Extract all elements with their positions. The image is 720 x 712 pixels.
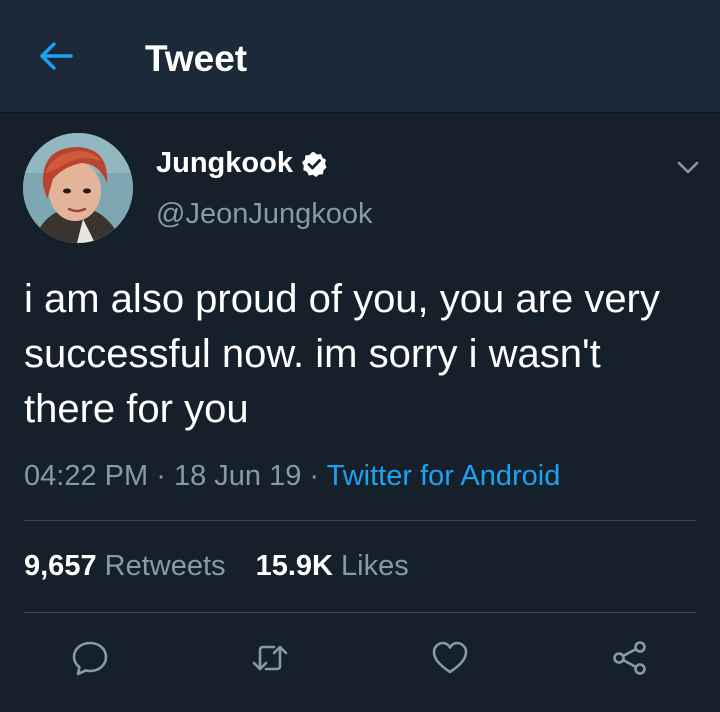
meta-separator: · (309, 460, 320, 492)
tweet-menu-button[interactable] (672, 151, 704, 183)
tweet-text: i am also proud of you, you are very suc… (24, 277, 660, 431)
divider (24, 612, 696, 613)
retweet-icon (250, 638, 290, 683)
page-title: Tweet (145, 38, 248, 79)
retweets-label: Retweets (104, 550, 226, 582)
reply-button[interactable] (66, 636, 114, 684)
meta-separator: · (156, 460, 166, 492)
author-name-text: Jungkook (156, 147, 293, 179)
like-button[interactable] (426, 636, 474, 684)
reply-icon (70, 638, 110, 683)
back-button[interactable] (32, 34, 80, 82)
author-handle[interactable]: @JeonJungkook (156, 196, 372, 232)
tweet-source-link[interactable]: Twitter for Android (327, 460, 561, 492)
tweet-stats: 9,657 Retweets 15.9K Likes (24, 548, 409, 584)
retweets-stat[interactable]: 9,657 Retweets (24, 548, 226, 584)
like-icon (430, 638, 470, 683)
author-name[interactable]: Jungkook (156, 145, 327, 181)
retweets-count: 9,657 (24, 550, 97, 582)
avatar[interactable] (23, 133, 133, 243)
verified-badge-icon (301, 150, 327, 177)
share-icon (610, 638, 650, 683)
chevron-down-icon (672, 161, 704, 187)
likes-stat[interactable]: 15.9K Likes (256, 548, 409, 584)
tweet-meta: 04:22 PM · 18 Jun 19 · Twitter for Andro… (24, 458, 560, 494)
tweet-date: 18 Jun 19 (173, 460, 302, 492)
app-header: Tweet (0, 0, 720, 113)
retweet-button[interactable] (246, 636, 294, 684)
tweet-time: 04:22 PM (24, 460, 149, 492)
arrow-left-icon (38, 38, 74, 79)
share-button[interactable] (606, 636, 654, 684)
likes-label: Likes (341, 550, 409, 582)
likes-count: 15.9K (255, 550, 333, 582)
divider (24, 520, 696, 521)
